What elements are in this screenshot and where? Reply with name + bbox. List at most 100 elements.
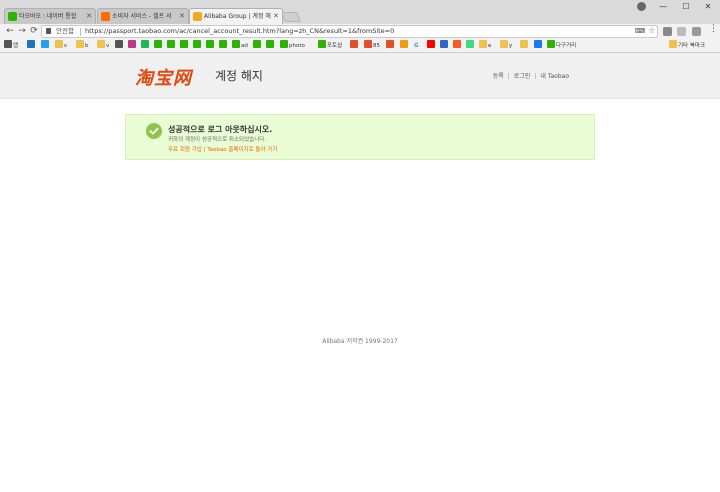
bookmarks-bar: 앱 s b v ad photo 포토샵 85 G e y 다구거리 기타 북마… bbox=[0, 39, 720, 53]
folder-icon bbox=[520, 40, 528, 48]
bookmark-item[interactable]: v bbox=[97, 40, 109, 52]
success-notice: 성공적으로 로그 아웃하십시오. 귀하의 계정이 성공적으로 취소되었습니다. … bbox=[125, 114, 595, 160]
bookmark-item[interactable] bbox=[386, 40, 395, 52]
close-window-button[interactable]: ✕ bbox=[697, 0, 719, 14]
bookmark-item[interactable]: 다구거리 bbox=[547, 40, 576, 52]
folder-icon bbox=[479, 40, 487, 48]
bookmark-item[interactable]: ad bbox=[232, 40, 248, 52]
bookmark-item[interactable]: b bbox=[76, 40, 89, 52]
bookmark-item[interactable] bbox=[253, 40, 262, 52]
back-button[interactable]: ← bbox=[4, 25, 16, 37]
naver-icon bbox=[280, 40, 288, 48]
tab-title: Alibaba Group | 계정 해 bbox=[204, 13, 271, 20]
folder-icon bbox=[669, 40, 677, 48]
bookmark-label: 기타 북마크 bbox=[678, 43, 706, 49]
page-header: 淘宝网 계정 해지 등록 | 로그인 | 내 Taobao bbox=[0, 53, 720, 99]
bookmark-label: y bbox=[509, 43, 513, 49]
login-link[interactable]: 로그인 bbox=[514, 73, 531, 80]
bookmark-label: s bbox=[64, 43, 67, 49]
tab-strip: 타오바오 : 네이버 통합 ✕ 소비자 서비스 - 셀프 서 ✕ Alibaba… bbox=[0, 0, 720, 24]
folder-icon bbox=[76, 40, 84, 48]
bookmark-item[interactable] bbox=[350, 40, 359, 52]
bookmark-icon bbox=[386, 40, 394, 48]
bookmark-label: b bbox=[85, 43, 89, 49]
browser-chrome: 타오바오 : 네이버 통합 ✕ 소비자 서비스 - 셀프 서 ✕ Alibaba… bbox=[0, 0, 720, 53]
bookmark-item[interactable] bbox=[534, 40, 543, 52]
bookmark-item[interactable] bbox=[154, 40, 163, 52]
bookmark-item[interactable] bbox=[167, 40, 176, 52]
tab-customer-service[interactable]: 소비자 서비스 - 셀프 서 ✕ bbox=[97, 8, 189, 24]
notice-links[interactable]: 무료 회원 가입 | Taobao 홈페이지로 돌아 가기 bbox=[168, 145, 277, 153]
bookmark-item[interactable]: G bbox=[414, 40, 419, 52]
my-taobao-link[interactable]: 내 Taobao bbox=[540, 73, 569, 80]
apps-icon bbox=[4, 40, 12, 48]
url-text[interactable]: https://passport.taobao.com/ac/cancel_ac… bbox=[85, 26, 394, 37]
bookmark-star-icon[interactable]: ☆ bbox=[648, 25, 655, 36]
facebook-icon bbox=[534, 40, 542, 48]
naver-icon bbox=[154, 40, 162, 48]
tab-close-icon[interactable]: ✕ bbox=[179, 9, 185, 24]
translate-icon[interactable]: ⌨ bbox=[635, 26, 645, 37]
minimize-button[interactable]: — bbox=[652, 0, 674, 14]
bookmark-item[interactable] bbox=[180, 40, 189, 52]
register-link[interactable]: 등록 bbox=[493, 73, 504, 80]
extension-icon[interactable] bbox=[692, 27, 701, 36]
tab-close-icon[interactable]: ✕ bbox=[86, 9, 92, 24]
forward-button[interactable]: → bbox=[16, 25, 28, 37]
bookmark-item[interactable]: 85 bbox=[364, 40, 380, 52]
maximize-button[interactable]: ☐ bbox=[675, 0, 697, 14]
naver-icon bbox=[193, 40, 201, 48]
tab-close-icon[interactable]: ✕ bbox=[273, 9, 279, 24]
bookmark-item[interactable]: s bbox=[55, 40, 67, 52]
profile-icon[interactable] bbox=[637, 2, 646, 11]
bookmark-item[interactable] bbox=[27, 40, 36, 52]
bookmark-label: ad bbox=[241, 43, 248, 49]
naver-icon bbox=[318, 40, 326, 48]
bookmark-item[interactable] bbox=[141, 40, 150, 52]
tab-title: 소비자 서비스 - 셀프 서 bbox=[112, 13, 172, 20]
bookmark-item[interactable] bbox=[520, 40, 529, 52]
bookmark-item[interactable]: 앱 bbox=[4, 40, 18, 52]
bookmark-item[interactable] bbox=[219, 40, 228, 52]
taobao-favicon-icon bbox=[101, 12, 110, 21]
bookmark-item[interactable] bbox=[453, 40, 462, 52]
page-title: 계정 해지 bbox=[215, 69, 263, 83]
instagram-icon bbox=[128, 40, 136, 48]
bookmark-item[interactable] bbox=[400, 40, 409, 52]
bookmark-item[interactable]: y bbox=[500, 40, 512, 52]
bookmark-item[interactable] bbox=[440, 40, 449, 52]
check-circle-icon bbox=[146, 123, 162, 139]
bookmark-item[interactable] bbox=[427, 40, 436, 52]
bookmark-item[interactable] bbox=[266, 40, 275, 52]
bookmark-item[interactable] bbox=[193, 40, 202, 52]
bookmark-item[interactable] bbox=[206, 40, 215, 52]
new-tab-button[interactable] bbox=[281, 12, 301, 22]
extension-icon[interactable] bbox=[663, 27, 672, 36]
bookmark-item[interactable] bbox=[466, 40, 475, 52]
youtube-icon bbox=[427, 40, 435, 48]
top-links: 등록 | 로그인 | 내 Taobao bbox=[489, 71, 573, 80]
folder-icon bbox=[500, 40, 508, 48]
google-icon: G bbox=[414, 43, 419, 49]
bookmark-item[interactable] bbox=[115, 40, 124, 52]
tab-naver-search[interactable]: 타오바오 : 네이버 통합 ✕ bbox=[4, 8, 96, 24]
bookmark-item[interactable] bbox=[41, 40, 50, 52]
taobao-logo[interactable]: 淘宝网 bbox=[135, 64, 192, 90]
naver-icon bbox=[219, 40, 227, 48]
tab-alibaba-account[interactable]: Alibaba Group | 계정 해 ✕ bbox=[189, 8, 283, 24]
bookmark-item[interactable]: e bbox=[479, 40, 491, 52]
apple-icon bbox=[115, 40, 123, 48]
other-bookmarks[interactable]: 기타 북마크 bbox=[669, 40, 705, 52]
browser-menu-icon[interactable]: ⋮ bbox=[709, 24, 718, 34]
bookmark-item[interactable]: photo bbox=[280, 40, 305, 52]
footer-copyright: Alibaba 저작권 1999-2017 bbox=[322, 338, 398, 345]
extension-icon[interactable] bbox=[677, 27, 686, 36]
bookmark-item[interactable] bbox=[128, 40, 137, 52]
bookmark-icon bbox=[141, 40, 149, 48]
notice-title: 성공적으로 로그 아웃하십시오. bbox=[168, 125, 273, 134]
reload-button[interactable]: ⟳ bbox=[28, 25, 40, 37]
address-bar[interactable]: 안전함 https://passport.taobao.com/ac/cance… bbox=[41, 25, 658, 38]
bookmark-icon bbox=[453, 40, 461, 48]
android-icon bbox=[466, 40, 474, 48]
bookmark-item[interactable]: 포토샵 bbox=[318, 40, 342, 52]
